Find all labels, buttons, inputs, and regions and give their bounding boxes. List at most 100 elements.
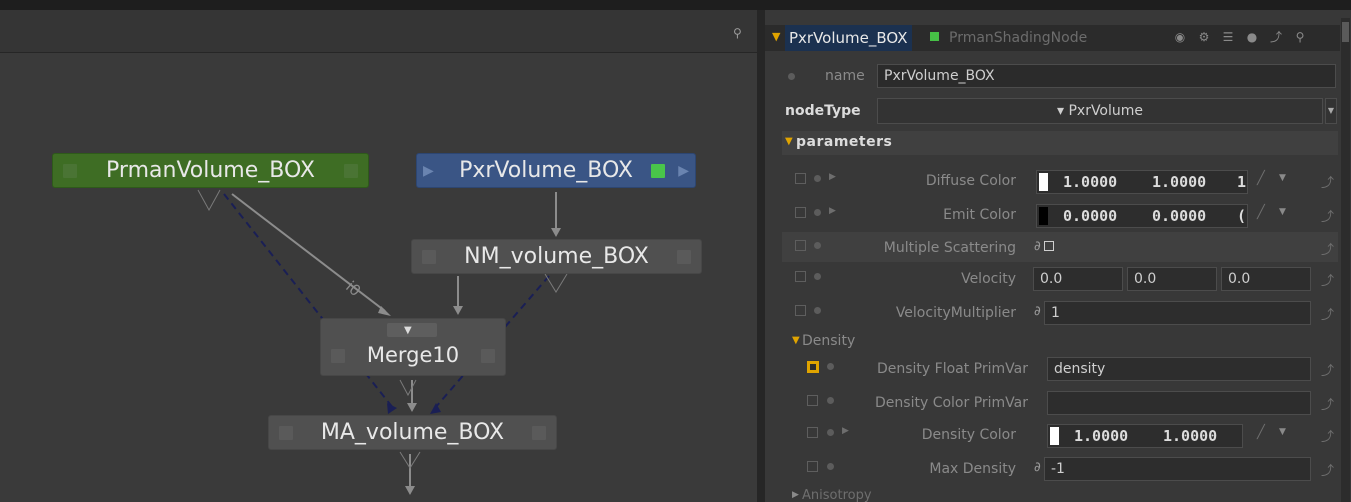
view-flag-icon[interactable] [651, 164, 665, 178]
velocity-y-field[interactable]: 0.0 [1127, 267, 1217, 291]
velocity-multiplier-field[interactable]: 1 [1044, 301, 1311, 325]
circle-icon[interactable] [827, 463, 834, 470]
pin-icon[interactable]: ⤴ [1321, 394, 1334, 413]
chevron-down-icon[interactable]: ▼ [1279, 207, 1286, 217]
max-density-field[interactable]: -1 [1044, 457, 1311, 481]
node-nm-volume-box[interactable]: NM_volume_BOX [411, 239, 702, 274]
node-pxrvolume-box[interactable]: ▶ PxrVolume_BOX ▶ [416, 153, 696, 188]
lock-icon[interactable] [795, 305, 806, 316]
multiple-scattering-checkbox[interactable] [1044, 241, 1054, 251]
scroll-thumb[interactable] [1342, 22, 1349, 42]
color-value-r[interactable]: 1.0000 [1074, 427, 1128, 445]
color-swatch[interactable] [1050, 427, 1059, 445]
collapse-arrow-icon[interactable]: ▼ [772, 30, 780, 43]
tree-icon[interactable]: ☰ [1221, 30, 1235, 44]
output-port-icon[interactable]: ▶ [678, 163, 689, 179]
pin-icon[interactable]: ⤴ [1321, 426, 1334, 445]
node-merge10[interactable]: ▼ Merge10 [320, 318, 506, 376]
view-square[interactable] [344, 164, 358, 178]
key-icon[interactable]: ∂ [1034, 304, 1041, 319]
velocity-x-field[interactable]: 0.0 [1033, 267, 1123, 291]
eyedropper-icon[interactable]: ╱ [1257, 425, 1265, 440]
velocity-z-field[interactable]: 0.0 [1221, 267, 1311, 291]
density-float-primvar-field[interactable]: density [1047, 357, 1311, 381]
view-square[interactable] [532, 426, 546, 440]
node-title[interactable]: PxrVolume_BOX [785, 25, 912, 51]
color-value-r[interactable]: 0.0000 [1063, 207, 1117, 225]
key-icon[interactable]: ∂ [1034, 460, 1041, 475]
param-label: VelocityMultiplier [895, 305, 1016, 321]
circle-icon[interactable] [814, 307, 821, 314]
scrollbar[interactable] [1341, 18, 1350, 502]
node-graph[interactable]: ⚲ i0 PrmanVolume_BOX ▶ PxrVolume_BOX ▶ N… [0, 10, 757, 502]
color-field[interactable]: 1.0000 1.0000 [1047, 424, 1243, 448]
expand-arrow-icon[interactable]: ▶ [842, 426, 849, 436]
circle-icon[interactable] [814, 175, 821, 182]
pin-icon[interactable]: ⤴ [1321, 206, 1334, 225]
name-field[interactable]: PxrVolume_BOX [877, 64, 1336, 88]
color-swatch[interactable] [1039, 207, 1048, 225]
pin-icon[interactable]: ⤴ [1269, 30, 1283, 44]
search-icon[interactable]: ⚲ [1293, 30, 1307, 44]
circle-icon[interactable] [814, 242, 821, 249]
chevron-down-icon[interactable]: ▼ [1325, 98, 1337, 124]
eyedropper-icon[interactable]: ╱ [1257, 171, 1265, 186]
merge-expander[interactable]: ▼ [387, 323, 437, 337]
density-color-primvar-field[interactable] [1047, 391, 1311, 415]
circle-icon[interactable] [814, 273, 821, 280]
lock-icon[interactable] [807, 395, 818, 406]
color-swatch[interactable] [1039, 173, 1048, 191]
pin-icon[interactable]: ⤴ [1321, 304, 1334, 323]
expand-arrow-icon[interactable]: ▶ [829, 172, 836, 182]
arrowhead [430, 403, 441, 414]
circle-icon[interactable] [827, 397, 834, 404]
param-velocity: Velocity 0.0 0.0 0.0 ⤴ [782, 263, 1338, 293]
circle-icon[interactable] [827, 429, 834, 436]
eyedropper-icon[interactable]: ╱ [1257, 205, 1265, 220]
color-value-b[interactable]: 1 [1237, 173, 1246, 191]
color-field[interactable]: 1.0000 1.0000 1 [1036, 170, 1248, 194]
pin-icon[interactable]: ⤴ [1321, 360, 1334, 379]
key-icon[interactable]: ∂ [1034, 239, 1041, 254]
param-max-density: Max Density ∂ -1 ⤴ [782, 453, 1338, 483]
view-square[interactable] [481, 349, 495, 363]
lock-icon[interactable] [795, 207, 806, 218]
comment-icon[interactable]: ● [1245, 30, 1259, 44]
chevron-down-icon[interactable]: ▼ [1279, 427, 1286, 437]
color-value-g[interactable]: 1.0000 [1163, 427, 1217, 445]
gear-icon[interactable]: ⚙ [1197, 30, 1211, 44]
pin-icon[interactable]: ⤴ [1321, 239, 1334, 258]
view-flag-icon[interactable] [930, 32, 939, 41]
pin-icon[interactable]: ⤴ [1321, 270, 1334, 289]
lock-icon[interactable] [795, 173, 806, 184]
circle-icon[interactable] [827, 363, 834, 370]
parameters-section[interactable]: ▼ parameters [782, 131, 1338, 155]
pin-icon[interactable]: ⤴ [1321, 172, 1334, 191]
chevron-down-icon[interactable]: ▼ [1279, 173, 1286, 183]
wire-prman-merge [231, 193, 386, 312]
color-value-g[interactable]: 0.0000 [1152, 207, 1206, 225]
node-prmanvolume-box[interactable]: PrmanVolume_BOX [52, 153, 369, 188]
circle-icon[interactable]: ◉ [1173, 30, 1187, 44]
circle-icon[interactable] [814, 209, 821, 216]
color-value-g[interactable]: 1.0000 [1152, 173, 1206, 191]
lock-icon[interactable] [795, 271, 806, 282]
param-label: Density Float PrimVar [876, 361, 1028, 377]
circle-icon[interactable] [788, 73, 795, 80]
pin-icon[interactable]: ⤴ [1321, 460, 1334, 479]
pane-divider[interactable] [757, 10, 765, 502]
lock-icon[interactable] [807, 427, 818, 438]
color-value-r[interactable]: 1.0000 [1063, 173, 1117, 191]
nodetype-dropdown[interactable]: ▾ PxrVolume [877, 98, 1323, 124]
density-section[interactable]: ▼ Density [782, 332, 1338, 352]
lock-icon[interactable] [795, 240, 806, 251]
node-ma-volume-box[interactable]: MA_volume_BOX [268, 415, 557, 450]
lock-icon[interactable] [807, 461, 818, 472]
arrowhead [453, 306, 463, 315]
view-square[interactable] [677, 250, 691, 264]
anisotropy-section[interactable]: ▶ Anisotropy [782, 488, 1338, 502]
expand-arrow-icon[interactable]: ▶ [829, 206, 836, 216]
color-field[interactable]: 0.0000 0.0000 ( [1036, 204, 1248, 228]
locked-icon[interactable] [807, 361, 819, 373]
color-value-b[interactable]: ( [1237, 207, 1246, 225]
